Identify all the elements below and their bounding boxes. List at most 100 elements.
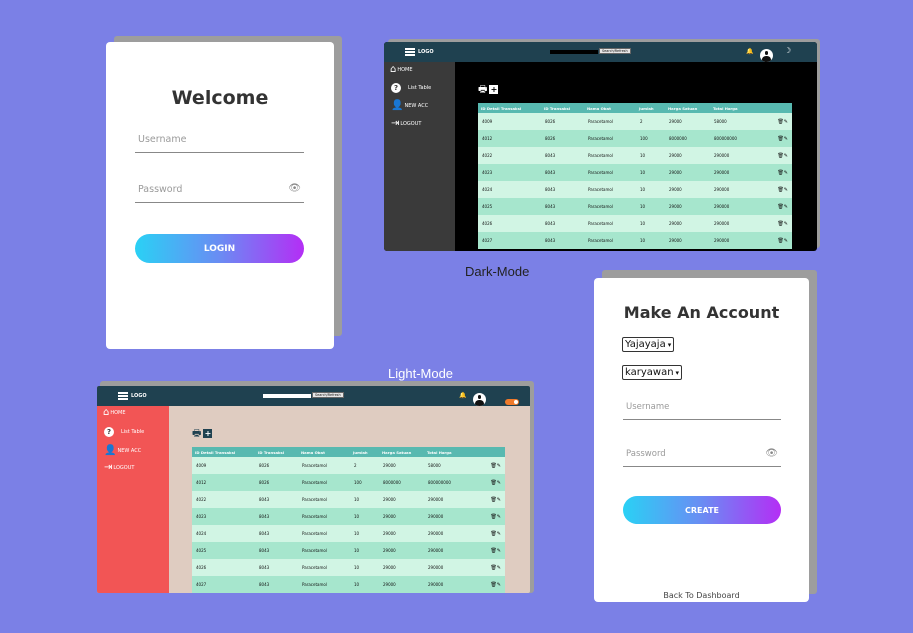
table-cell: Paracetamol bbox=[584, 215, 636, 232]
edit-icon[interactable]: ✎ bbox=[497, 565, 501, 571]
table-cell: 290000 bbox=[710, 147, 760, 164]
edit-icon[interactable]: ✎ bbox=[497, 463, 501, 469]
sidebar-item-logout[interactable]: ⇥ LOGOUT bbox=[104, 463, 134, 473]
logout-icon: ⇥ bbox=[104, 462, 113, 473]
welcome-card: Welcome Username Password 👁 LOGIN bbox=[106, 42, 334, 349]
password-field[interactable]: Password 👁 bbox=[623, 444, 781, 467]
table-cell: 10 bbox=[636, 215, 665, 232]
name-select[interactable]: Yajayaja ▾ bbox=[622, 337, 675, 352]
print-icon[interactable]: 🖶 bbox=[478, 85, 487, 95]
table-cell: 29000 bbox=[665, 113, 710, 130]
home-icon: ⌂ bbox=[390, 64, 397, 75]
table-cell: 29000 bbox=[665, 181, 710, 198]
user-icon: 👤 bbox=[104, 445, 117, 456]
table-cell: 800000000 bbox=[710, 130, 760, 147]
sidebar-item-home[interactable]: ⌂ HOME bbox=[390, 65, 413, 75]
table-cell: 290000 bbox=[710, 215, 760, 232]
table-cell: 10 bbox=[350, 559, 379, 576]
edit-icon[interactable]: ✎ bbox=[784, 221, 788, 227]
sidebar-item-home[interactable]: ⌂ HOME bbox=[103, 408, 126, 418]
hamburger-icon[interactable] bbox=[118, 392, 128, 400]
role-select[interactable]: karyawan ▾ bbox=[622, 365, 683, 380]
add-icon[interactable]: + bbox=[489, 85, 499, 94]
table-cell: 29000 bbox=[379, 457, 424, 474]
table-cell: Paracetamol bbox=[584, 113, 636, 130]
sidebar-item-logout[interactable]: ⇥ LOGOUT bbox=[391, 119, 421, 129]
table-cell: 8043 bbox=[541, 181, 584, 198]
bell-icon[interactable]: 🔔 bbox=[459, 392, 466, 399]
edit-icon[interactable]: ✎ bbox=[784, 136, 788, 142]
edit-icon[interactable]: ✎ bbox=[497, 582, 501, 588]
edit-icon[interactable]: ✎ bbox=[784, 204, 788, 210]
search-input[interactable] bbox=[263, 394, 311, 398]
table-cell: Paracetamol bbox=[584, 147, 636, 164]
password-placeholder: Password bbox=[138, 184, 183, 195]
row-actions: 🗑✎ bbox=[760, 232, 792, 249]
table-cell: 4009 bbox=[192, 457, 255, 474]
column-header: Harga Satuan bbox=[379, 447, 424, 457]
table-cell: 4025 bbox=[192, 542, 255, 559]
edit-icon[interactable]: ✎ bbox=[497, 548, 501, 554]
table-cell: 8043 bbox=[541, 215, 584, 232]
table-row: 4026 8043 Paracetamol 10 29000 290000 🗑✎ bbox=[478, 215, 792, 232]
logout-icon: ⇥ bbox=[391, 118, 400, 129]
table-row: 4012 8026 Paracetamol 100 8000000 800000000 🗑✎ bbox=[478, 130, 792, 147]
table-cell: Paracetamol bbox=[298, 559, 350, 576]
table-cell: 4009 bbox=[478, 113, 541, 130]
table-cell: 10 bbox=[636, 181, 665, 198]
table-cell: 100 bbox=[636, 130, 665, 147]
create-button[interactable]: CREATE bbox=[623, 496, 781, 524]
search-button[interactable]: Search/Refresh bbox=[312, 392, 344, 398]
eye-icon[interactable]: 👁 bbox=[765, 448, 778, 459]
bell-icon[interactable]: 🔔 bbox=[746, 48, 753, 55]
table-cell: 4024 bbox=[478, 181, 541, 198]
avatar[interactable] bbox=[473, 392, 486, 406]
table-row: 4026 8043 Paracetamol 10 29000 290000 🗑✎ bbox=[192, 559, 505, 576]
table-cell: 29000 bbox=[379, 508, 424, 525]
edit-icon[interactable]: ✎ bbox=[497, 497, 501, 503]
home-icon: ⌂ bbox=[103, 407, 110, 418]
hamburger-icon[interactable] bbox=[405, 48, 415, 56]
username-field[interactable]: Username bbox=[135, 130, 304, 153]
moon-icon[interactable]: ☽ bbox=[784, 46, 791, 55]
table-cell: 4012 bbox=[192, 474, 255, 491]
row-actions: 🗑✎ bbox=[474, 491, 505, 508]
table-cell: 58000 bbox=[710, 113, 760, 130]
search-input[interactable] bbox=[550, 50, 598, 54]
table-cell: 4023 bbox=[478, 164, 541, 181]
edit-icon[interactable]: ✎ bbox=[784, 153, 788, 159]
avatar[interactable] bbox=[760, 48, 773, 62]
theme-toggle[interactable] bbox=[505, 399, 519, 405]
edit-icon[interactable]: ✎ bbox=[497, 480, 501, 486]
row-actions: 🗑✎ bbox=[474, 508, 505, 525]
table-cell: 4012 bbox=[478, 130, 541, 147]
edit-icon[interactable]: ✎ bbox=[497, 514, 501, 520]
table-cell: 10 bbox=[350, 525, 379, 542]
table-cell: 10 bbox=[350, 576, 379, 593]
sidebar-item-new-acc[interactable]: 👤 NEW ACC bbox=[104, 446, 141, 456]
username-field[interactable]: Username bbox=[623, 397, 781, 420]
sidebar-item-new-acc[interactable]: 👤 NEW ACC bbox=[391, 101, 428, 111]
table-cell: 4022 bbox=[478, 147, 541, 164]
edit-icon[interactable]: ✎ bbox=[784, 170, 788, 176]
search-button[interactable]: Search/Refresh bbox=[599, 48, 631, 54]
dark-dashboard: LOGO Search/Refresh 🔔 ☽ ⌂ HOME ? List Ta… bbox=[384, 42, 817, 251]
back-to-dashboard-link[interactable]: Back To Dashboard bbox=[594, 591, 809, 600]
eye-icon[interactable]: 👁 bbox=[288, 183, 301, 194]
table-row: 4023 8043 Paracetamol 10 29000 290000 🗑✎ bbox=[192, 508, 505, 525]
print-icon[interactable]: 🖶 bbox=[192, 429, 201, 439]
sidebar-item-list-table[interactable]: ? List Table bbox=[391, 83, 431, 93]
edit-icon[interactable]: ✎ bbox=[784, 187, 788, 193]
edit-icon[interactable]: ✎ bbox=[497, 531, 501, 537]
add-icon[interactable]: + bbox=[203, 429, 213, 438]
edit-icon[interactable]: ✎ bbox=[784, 238, 788, 244]
table-cell: Paracetamol bbox=[584, 198, 636, 215]
password-field[interactable]: Password 👁 bbox=[135, 180, 304, 203]
login-button[interactable]: LOGIN bbox=[135, 234, 304, 263]
table-cell: 29000 bbox=[379, 576, 424, 593]
table-cell: Paracetamol bbox=[298, 491, 350, 508]
table-cell: 29000 bbox=[665, 198, 710, 215]
sidebar-item-list-table[interactable]: ? List Table bbox=[104, 427, 144, 437]
edit-icon[interactable]: ✎ bbox=[784, 119, 788, 125]
table-cell: Paracetamol bbox=[298, 542, 350, 559]
